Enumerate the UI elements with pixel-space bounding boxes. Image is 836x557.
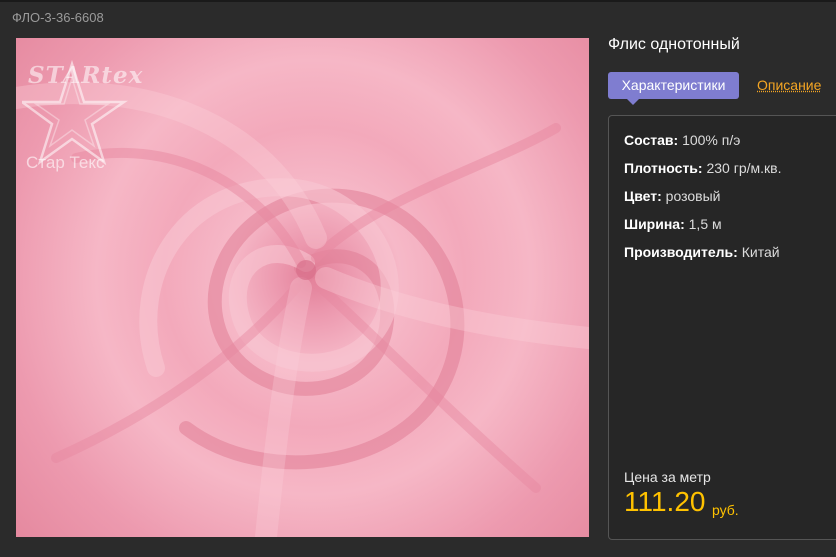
product-image[interactable]: STARtex Стар Текс bbox=[16, 38, 589, 537]
spec-value: Китай bbox=[737, 244, 780, 260]
spec-label: Цвет: bbox=[624, 188, 662, 204]
startex-logo: STARtex Стар Текс bbox=[22, 44, 162, 184]
spec-width: Ширина: 1,5 м bbox=[624, 216, 722, 232]
spec-label: Плотность: bbox=[624, 160, 703, 176]
tab-characteristics[interactable]: Характеристики bbox=[608, 72, 739, 105]
logo-title: STARtex bbox=[28, 62, 144, 89]
top-border bbox=[0, 0, 836, 2]
spec-value: 1,5 м bbox=[684, 216, 722, 232]
product-sku: ФЛО-3-36-6608 bbox=[12, 10, 104, 25]
spec-value: 100% п/э bbox=[678, 132, 741, 148]
logo-subtitle: Стар Текс bbox=[26, 153, 105, 172]
price-label: Цена за метр bbox=[624, 469, 711, 485]
spec-value: 230 гр/м.кв. bbox=[702, 160, 782, 176]
price-value: 111.20 bbox=[624, 486, 706, 517]
tab-description[interactable]: Описание bbox=[757, 77, 821, 93]
spec-manufacturer: Производитель: Китай bbox=[624, 244, 780, 260]
spec-color: Цвет: розовый bbox=[624, 188, 720, 204]
price-currency: руб. bbox=[712, 502, 739, 518]
spec-label: Производитель: bbox=[624, 244, 738, 260]
specs-panel: Состав: 100% п/э Плотность: 230 гр/м.кв.… bbox=[608, 115, 836, 540]
spec-density: Плотность: 230 гр/м.кв. bbox=[624, 160, 781, 176]
spec-composition: Состав: 100% п/э bbox=[624, 132, 740, 148]
spec-value: розовый bbox=[661, 188, 721, 204]
spec-label: Ширина: bbox=[624, 216, 685, 232]
product-title: Флис однотонный bbox=[608, 36, 740, 53]
spec-label: Состав: bbox=[624, 132, 679, 148]
